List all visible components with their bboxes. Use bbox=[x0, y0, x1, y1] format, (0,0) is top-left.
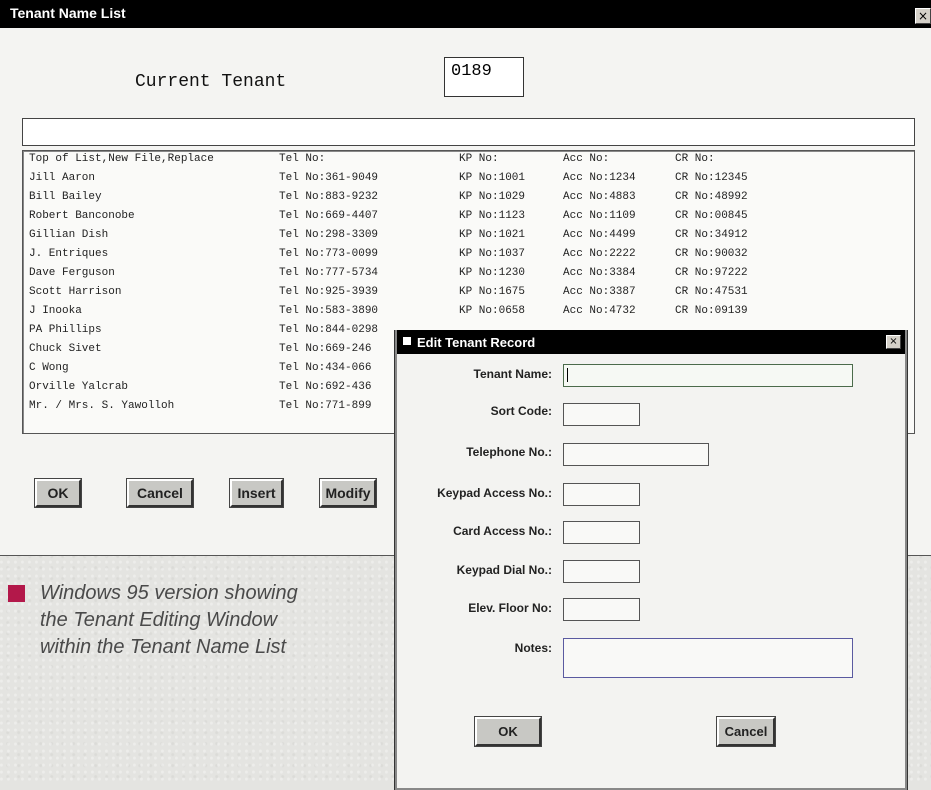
list-item-kp: KP No:1675 bbox=[459, 286, 526, 298]
list-item-cr: CR No:47531 bbox=[675, 286, 748, 298]
list-item-kp: KP No:1037 bbox=[459, 248, 526, 260]
list-item-tel: Tel No:669-246 bbox=[279, 343, 372, 355]
list-item-acc: Acc No:4732 bbox=[563, 305, 636, 317]
list-item-kp: KP No:1029 bbox=[459, 191, 526, 203]
list-item-kp: KP No:1123 bbox=[459, 210, 526, 222]
list-item-cr: CR No:12345 bbox=[675, 172, 748, 184]
list-item-tel: Tel No:771-899 bbox=[279, 400, 372, 412]
current-tenant-field[interactable]: 0189 bbox=[444, 57, 524, 97]
elev-floor-field[interactable] bbox=[563, 598, 640, 621]
tenant-name-field[interactable] bbox=[563, 364, 853, 387]
list-item-name: J Inooka bbox=[29, 305, 82, 317]
list-item-tel: Tel No:298-3309 bbox=[279, 229, 379, 241]
list-item-name: Gillian Dish bbox=[29, 229, 109, 241]
list-item-name: Mr. / Mrs. S. Yawolloh bbox=[29, 400, 175, 412]
list-item-cr: CR No:97222 bbox=[675, 267, 748, 279]
list-item-tel: Tel No:692-436 bbox=[279, 381, 372, 393]
telephone-field[interactable] bbox=[563, 443, 709, 466]
keypad-dial-field[interactable] bbox=[563, 560, 640, 583]
keypad-dial-label: Keypad Dial No.: bbox=[456, 563, 552, 577]
list-item-name: J. Entriques bbox=[29, 248, 109, 260]
dialog-titlebar: Edit Tenant Record × bbox=[397, 330, 905, 354]
dialog-title: Edit Tenant Record bbox=[417, 335, 536, 350]
telephone-label: Telephone No.: bbox=[466, 445, 552, 459]
caption-text: Windows 95 version showing the Tenant Ed… bbox=[40, 582, 298, 658]
list-search-input[interactable] bbox=[22, 118, 915, 146]
list-item-cr: CR No: bbox=[675, 153, 715, 165]
keypad-access-label: Keypad Access No.: bbox=[437, 486, 552, 500]
list-item-kp: KP No:1021 bbox=[459, 229, 526, 241]
list-item-name: Robert Banconobe bbox=[29, 210, 135, 222]
tenant-name-label: Tenant Name: bbox=[473, 367, 552, 381]
elev-floor-label: Elev. Floor No: bbox=[468, 601, 552, 615]
dialog-ok-button[interactable]: OK bbox=[474, 716, 542, 747]
list-item-acc: Acc No:1109 bbox=[563, 210, 636, 222]
list-item-cr: CR No:34912 bbox=[675, 229, 748, 241]
list-item-kp: KP No:1001 bbox=[459, 172, 526, 184]
list-item-name: Scott Harrison bbox=[29, 286, 122, 298]
main-titlebar: Tenant Name List × bbox=[0, 0, 931, 28]
list-item-name: Top of List,New File,Replace bbox=[29, 153, 214, 165]
list-item-acc: Acc No:3387 bbox=[563, 286, 636, 298]
list-item-acc: Acc No:1234 bbox=[563, 172, 636, 184]
current-tenant-label: Current Tenant bbox=[135, 72, 287, 92]
insert-button[interactable]: Insert bbox=[229, 478, 284, 508]
list-item-tel: Tel No:925-3939 bbox=[279, 286, 379, 298]
close-icon[interactable]: × bbox=[886, 335, 901, 349]
list-item-cr: CR No:09139 bbox=[675, 305, 748, 317]
list-item-kp: KP No: bbox=[459, 153, 499, 165]
list-item-acc: Acc No:4499 bbox=[563, 229, 636, 241]
list-item-name: Chuck Sivet bbox=[29, 343, 102, 355]
list-item-acc: Acc No: bbox=[563, 153, 610, 165]
list-item-acc: Acc No:3384 bbox=[563, 267, 636, 279]
list-item-tel: Tel No:583-3890 bbox=[279, 305, 379, 317]
notes-label: Notes: bbox=[514, 641, 552, 655]
list-item-tel: Tel No:773-0099 bbox=[279, 248, 379, 260]
edit-tenant-dialog: Edit Tenant Record × Tenant Name: Sort C… bbox=[395, 330, 907, 790]
dialog-system-icon[interactable] bbox=[403, 337, 411, 345]
list-item-tel: Tel No: bbox=[279, 153, 326, 165]
list-item-name: C Wong bbox=[29, 362, 69, 374]
notes-field[interactable] bbox=[563, 638, 853, 678]
cancel-button[interactable]: Cancel bbox=[126, 478, 194, 508]
window-title: Tenant Name List bbox=[10, 5, 126, 21]
text-caret bbox=[567, 368, 568, 382]
list-item-kp: KP No:0658 bbox=[459, 305, 526, 317]
modify-button[interactable]: Modify bbox=[319, 478, 377, 508]
dialog-cancel-button[interactable]: Cancel bbox=[716, 716, 776, 747]
caption-bullet bbox=[8, 585, 25, 602]
list-item-tel: Tel No:669-4407 bbox=[279, 210, 379, 222]
list-item-tel: Tel No:434-066 bbox=[279, 362, 372, 374]
keypad-access-field[interactable] bbox=[563, 483, 640, 506]
list-item-cr: CR No:48992 bbox=[675, 191, 748, 203]
list-item-acc: Acc No:2222 bbox=[563, 248, 636, 260]
card-access-label: Card Access No.: bbox=[453, 524, 552, 538]
sort-code-label: Sort Code: bbox=[490, 404, 552, 418]
list-item-cr: CR No:90032 bbox=[675, 248, 748, 260]
list-item-tel: Tel No:361-9049 bbox=[279, 172, 379, 184]
list-item-name: Orville Yalcrab bbox=[29, 381, 129, 393]
ok-button[interactable]: OK bbox=[34, 478, 82, 508]
list-item-name: Dave Ferguson bbox=[29, 267, 115, 279]
card-access-field[interactable] bbox=[563, 521, 640, 544]
list-item-name: PA Phillips bbox=[29, 324, 102, 336]
list-item-name: Bill Bailey bbox=[29, 191, 102, 203]
close-icon[interactable]: × bbox=[915, 8, 931, 24]
list-item-tel: Tel No:883-9232 bbox=[279, 191, 379, 203]
list-item-cr: CR No:00845 bbox=[675, 210, 748, 222]
list-item-tel: Tel No:844-0298 bbox=[279, 324, 379, 336]
list-item-kp: KP No:1230 bbox=[459, 267, 526, 279]
sort-code-field[interactable] bbox=[563, 403, 640, 426]
list-item-tel: Tel No:777-5734 bbox=[279, 267, 379, 279]
list-item-name: Jill Aaron bbox=[29, 172, 96, 184]
list-item-acc: Acc No:4883 bbox=[563, 191, 636, 203]
